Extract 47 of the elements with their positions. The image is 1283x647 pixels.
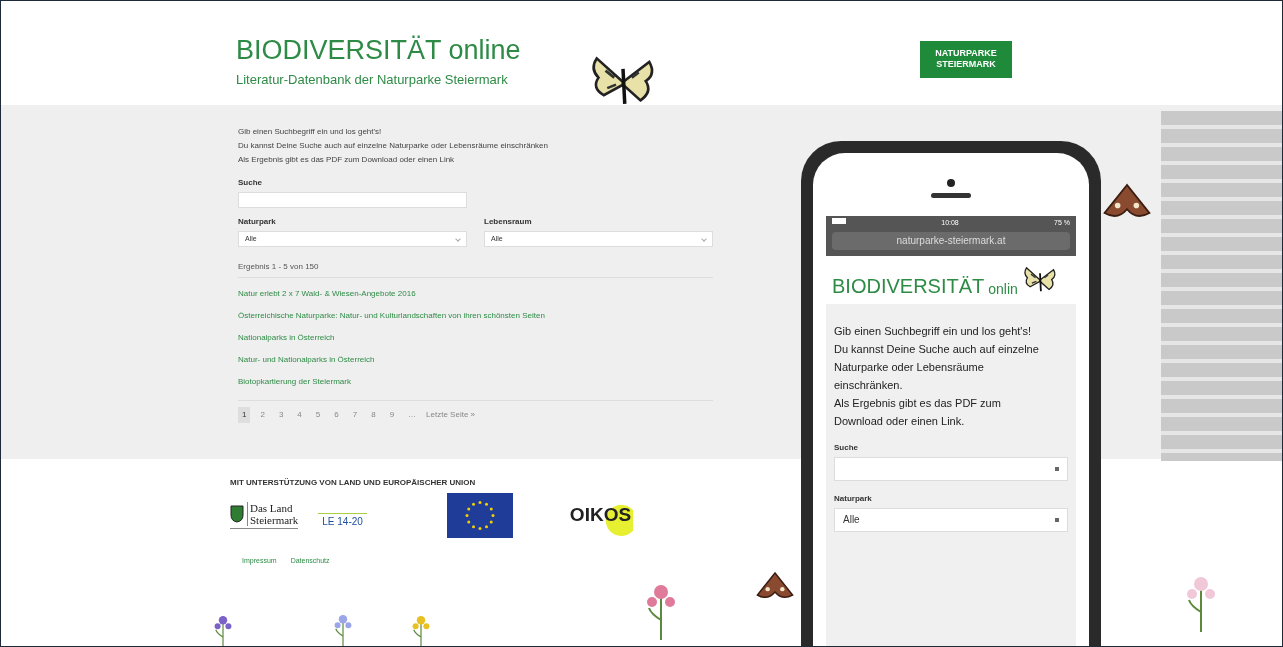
page-link[interactable]: 9 xyxy=(385,407,399,423)
page-link[interactable]: 1 xyxy=(238,407,251,423)
phone-intro-text: Als Ergebnis gibt es das PDF zum xyxy=(834,395,1001,411)
phone-intro-text: Du kannst Deine Suche auch auf einzelne xyxy=(834,341,1039,357)
page-link[interactable]: 4 xyxy=(293,407,306,423)
phone-intro-text: einschränken. xyxy=(834,377,903,393)
phone-select-field[interactable]: Alle xyxy=(834,507,1068,532)
page-link[interactable]: 5 xyxy=(311,407,325,423)
site-subtitle: Literatur-Datenbank der Naturparke Steiermark xyxy=(236,71,509,89)
phone-select-field[interactable] xyxy=(834,456,1068,481)
phone-intro-text: Gib einen Suchbegriff ein und los geht's! xyxy=(834,323,1031,339)
phone-intro-text: Download oder einen Link. xyxy=(834,413,965,429)
support-text: MIT UNTERSTÜTZUNG VON LAND UND EUROPÄISCHER UNION xyxy=(230,477,477,489)
phone-field-label: Suche xyxy=(834,441,858,454)
page-link[interactable]: 2 xyxy=(256,407,269,423)
phone-field-label: Naturpark xyxy=(834,492,872,505)
intro-text: Als Ergebnis gibt es das PDF zum Download oder einen Link xyxy=(238,154,456,166)
naturparke-logo: NATURPARKE STEIERMARK xyxy=(920,41,1012,78)
search-field[interactable] xyxy=(238,192,467,208)
last-page-link[interactable]: Letzte Seite » xyxy=(426,409,475,421)
le-logo: LE 14-20 xyxy=(318,512,367,529)
phone-site-title-suffix: onlin xyxy=(988,281,1018,296)
camera-icon xyxy=(947,179,955,187)
field-label: Naturpark xyxy=(238,216,277,228)
phone-intro-text: Naturparke oder Lebensräume xyxy=(834,359,984,375)
field-label: Suche xyxy=(238,177,263,189)
intro-text: Gib einen Suchbegriff ein und los geht's! xyxy=(238,126,383,138)
phone-site-title: BIODIVERSITÄT xyxy=(832,275,985,296)
result-summary: Ergebnis 1 - 5 von 150 xyxy=(238,261,713,278)
eu-flag-icon xyxy=(446,493,513,538)
intro-text: Du kannst Deine Suche auch auf einzelne Naturparke oder Lebensräume einschränken xyxy=(238,140,549,152)
field-label: Lebensraum xyxy=(484,216,533,228)
speaker-icon xyxy=(931,193,971,198)
land-steiermark-logo: Das Land Steiermark xyxy=(230,502,299,529)
pagination-ellipsis: … xyxy=(407,409,418,421)
page-link[interactable]: 7 xyxy=(348,407,362,423)
result-link[interactable]: Nationalparks in Österreich xyxy=(238,332,335,344)
site-title: BIODIVERSITÄT online xyxy=(236,37,522,64)
url-field[interactable]: naturparke-steiermark.at xyxy=(832,231,1070,250)
result-link[interactable]: Österreichische Naturparke: Natur- und Kulturlandschaften von ihren schönsten Seiten xyxy=(238,310,545,322)
page-link[interactable]: 6 xyxy=(330,407,343,423)
result-link[interactable]: Biotopkartierung der Steiermark xyxy=(238,376,351,388)
result-link[interactable]: Natur erlebt 2 x 7 Wald- & Wiesen-Angebote 2016 xyxy=(238,288,416,300)
page-link[interactable]: 3 xyxy=(274,407,288,423)
coat-of-arms-icon xyxy=(230,505,244,523)
result-link[interactable]: Natur- und Nationalparks in Österreich xyxy=(238,354,375,366)
page-link[interactable]: 8 xyxy=(367,407,380,423)
